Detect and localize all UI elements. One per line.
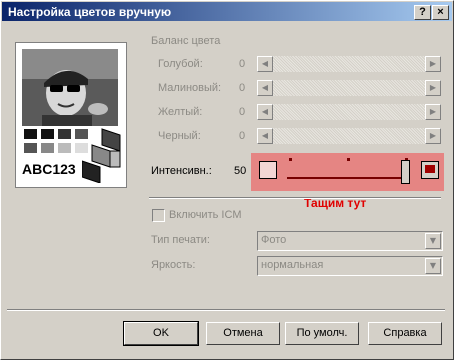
scroll-right-icon[interactable]: ▶ bbox=[425, 104, 441, 120]
swatch-gray bbox=[41, 143, 54, 153]
cancel-button[interactable]: Отмена bbox=[206, 322, 280, 345]
cyan-label: Голубой: bbox=[158, 58, 203, 70]
yellow-label: Желтый: bbox=[158, 106, 203, 118]
black-slider[interactable]: ◀ ▶ bbox=[257, 128, 441, 144]
dialog-window: Настройка цветов вручную ? × ABC123 Бала… bbox=[0, 0, 454, 360]
icm-label: Включить ICM bbox=[169, 209, 242, 221]
ok-button[interactable]: OK bbox=[123, 321, 199, 346]
print-type-label: Тип печати: bbox=[151, 234, 210, 246]
magenta-slider[interactable]: ◀ ▶ bbox=[257, 80, 441, 96]
print-type-value: Фото bbox=[261, 234, 287, 246]
tick-mark bbox=[289, 158, 292, 161]
scroll-right-icon[interactable]: ▶ bbox=[425, 56, 441, 72]
high-intensity-icon bbox=[421, 161, 439, 179]
cyan-slider[interactable]: ◀ ▶ bbox=[257, 56, 441, 72]
color-bars-graphic bbox=[82, 128, 121, 183]
swatch-dark bbox=[58, 129, 71, 139]
intensity-slider-track[interactable] bbox=[287, 177, 407, 179]
chevron-down-icon[interactable]: ▼ bbox=[425, 258, 441, 274]
yellow-value: 0 bbox=[239, 106, 246, 118]
icm-checkbox[interactable] bbox=[152, 209, 165, 222]
cyan-value: 0 bbox=[239, 58, 246, 70]
intensity-label: Интенсивн.: bbox=[151, 165, 212, 177]
help-button[interactable]: Справка bbox=[368, 322, 442, 345]
swatch-gray bbox=[24, 143, 37, 153]
yellow-slider[interactable]: ◀ ▶ bbox=[257, 104, 441, 120]
intensity-slider-thumb[interactable] bbox=[400, 160, 410, 184]
help-title-button[interactable]: ? bbox=[414, 5, 431, 20]
separator bbox=[7, 309, 445, 311]
brightness-value: нормальная bbox=[261, 259, 324, 271]
swatch-black bbox=[24, 129, 37, 139]
separator bbox=[149, 197, 441, 199]
print-type-select[interactable]: Фото ▼ bbox=[257, 231, 443, 251]
black-label: Черный: bbox=[158, 130, 201, 142]
low-intensity-icon bbox=[259, 161, 277, 179]
color-preview-panel: ABC123 bbox=[15, 42, 127, 188]
scroll-right-icon[interactable]: ▶ bbox=[425, 80, 441, 96]
scroll-left-icon[interactable]: ◀ bbox=[257, 128, 273, 144]
color-balance-label: Баланс цвета bbox=[151, 35, 221, 47]
scroll-right-icon[interactable]: ▶ bbox=[425, 128, 441, 144]
preview-sample-text: ABC123 bbox=[22, 161, 76, 177]
swatch-black bbox=[41, 129, 54, 139]
swatch-light bbox=[58, 143, 71, 153]
tick-mark bbox=[347, 158, 350, 161]
magenta-value: 0 bbox=[239, 82, 246, 94]
defaults-button[interactable]: По умолч. bbox=[285, 322, 359, 345]
brightness-label: Яркость: bbox=[151, 259, 196, 271]
preview-photo bbox=[22, 49, 118, 126]
magenta-label: Малиновый: bbox=[158, 82, 222, 94]
title-bar[interactable]: Настройка цветов вручную ? × bbox=[2, 2, 452, 21]
intensity-value: 50 bbox=[234, 165, 247, 177]
chevron-down-icon[interactable]: ▼ bbox=[425, 233, 441, 249]
close-title-button[interactable]: × bbox=[432, 5, 449, 20]
scroll-left-icon[interactable]: ◀ bbox=[257, 80, 273, 96]
brightness-select[interactable]: нормальная ▼ bbox=[257, 256, 443, 276]
black-value: 0 bbox=[239, 130, 246, 142]
window-title: Настройка цветов вручную bbox=[8, 5, 172, 19]
scroll-left-icon[interactable]: ◀ bbox=[257, 56, 273, 72]
scroll-left-icon[interactable]: ◀ bbox=[257, 104, 273, 120]
